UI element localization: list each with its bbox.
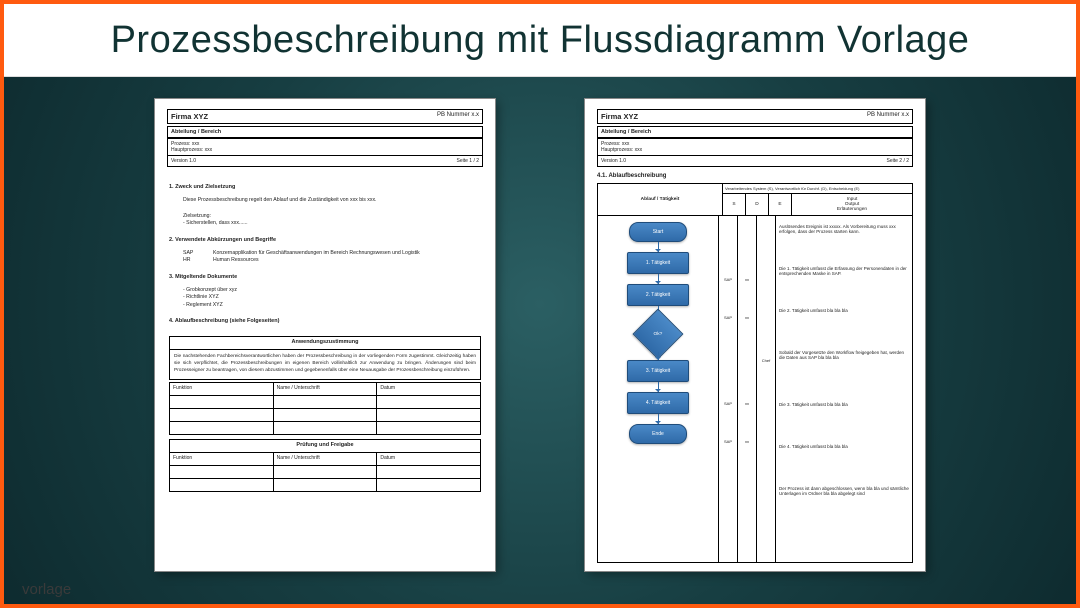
approval-title: Anwendungszustimmung <box>170 337 480 350</box>
d3: - Reglement XYZ <box>169 302 481 310</box>
flow-task-4: 4. Tätigkeit <box>627 392 689 414</box>
page-2-inner: Firma XYZ PB Nummer x.x Abteilung / Bere… <box>585 99 925 571</box>
company-name: Firma XYZ <box>171 112 208 121</box>
t1a: Zielsetzung: <box>169 213 481 221</box>
slide-frame: Prozessbeschreibung mit Flussdiagramm Vo… <box>0 0 1080 608</box>
flow-task-1: 1. Tätigkeit <box>627 252 689 274</box>
process-row-2: Prozess: xxx Hauptprozess: xxx <box>597 138 913 156</box>
arrow-icon <box>658 414 659 424</box>
sig-h1: Funktion <box>170 383 274 395</box>
t1b: - Sicherstellen, dass xxx...... <box>169 220 481 228</box>
arrow-icon <box>658 274 659 284</box>
flow-end: Ende <box>629 424 687 444</box>
check-table: Prüfung und Freigabe Funktion Name / Unt… <box>169 439 481 492</box>
flow-body: Start 1. Tätigkeit 2. Tätigkeit Ok? 3. T… <box>598 216 912 562</box>
sig-h2: Name / Unterschrift <box>274 383 378 395</box>
col-io-body: Auslösendes Ereignis ist xxxxx. Als Vorb… <box>776 216 912 562</box>
approval-text: Die nachstehenden Fachbereichsverantwort… <box>170 350 480 379</box>
page1-body: 1. Zweck und Zielsetzung Diese Prozessbe… <box>167 167 483 563</box>
signature-table: Funktion Name / Unterschrift Datum <box>169 382 481 435</box>
col-activity: Ablauf / Tätigkeit <box>598 184 723 215</box>
io-r2: Die 2. Tätigkeit umfasst bla bla bla <box>776 306 912 348</box>
page-1: Firma XYZ PB Nummer x.x Abteilung / Bere… <box>155 99 495 571</box>
flow-column: Start 1. Tätigkeit 2. Tätigkeit Ok? 3. T… <box>598 216 719 562</box>
dept-row-2: Abteilung / Bereich <box>597 126 913 138</box>
arrow-icon <box>658 242 659 252</box>
io-r5: Die 4. Tätigkeit umfasst bla bla bla <box>776 442 912 484</box>
col-e-body: Chef <box>757 216 776 562</box>
flow-table: Ablauf / Tätigkeit Verarbeitendes System… <box>597 183 913 563</box>
col-d-body: xx xx xx xx <box>738 216 757 562</box>
arrow-icon <box>658 382 659 392</box>
check-title: Prüfung und Freigabe <box>170 440 480 453</box>
dept-row: Abteilung / Bereich <box>167 126 483 138</box>
arrow-icon <box>658 352 659 360</box>
version: Version 1.0 <box>171 158 196 164</box>
approval-box: Anwendungszustimmung Die nachstehenden F… <box>169 336 481 380</box>
legend: Verarbeitendes System (S), Verantwortlic… <box>723 184 912 194</box>
h4: 4. Ablaufbeschreibung (siehe Folgeseiten… <box>169 318 481 326</box>
io-r0: Auslösendes Ereignis ist xxxxx. Als Vorb… <box>776 222 912 264</box>
watermark-label: vorlage <box>22 581 71 598</box>
doc-header-2: Firma XYZ PB Nummer x.x <box>597 109 913 124</box>
h2: 2. Verwendete Abkürzungen und Begriffe <box>169 237 481 245</box>
page-1-inner: Firma XYZ PB Nummer x.x Abteilung / Bere… <box>155 99 495 571</box>
pb-number: PB Nummer x.x <box>437 112 479 121</box>
flow-task-2: 2. Tätigkeit <box>627 284 689 306</box>
io-r3: Sobald der Vorgesetzte den Workflow frei… <box>776 348 912 400</box>
col-s: S <box>723 194 746 215</box>
d1: - Grobkonzept über xyz <box>169 287 481 295</box>
flow-header: Ablauf / Tätigkeit Verarbeitendes System… <box>598 184 912 216</box>
h3: 3. Mitgeltende Dokumente <box>169 274 481 282</box>
h1: 1. Zweck und Zielsetzung <box>169 184 481 192</box>
flow-start: Start <box>629 222 687 242</box>
io-r4: Die 3. Tätigkeit umfasst bla bla bla <box>776 400 912 442</box>
process-row: Prozess: xxx Hauptprozess: xxx <box>167 138 483 156</box>
company-name-2: Firma XYZ <box>601 112 638 121</box>
col-io: Input Output Erläuterungen <box>792 194 912 215</box>
abbr-hr: HR Human Ressources <box>169 257 481 265</box>
p2-heading: 4.1. Ablaufbeschreibung <box>597 167 913 183</box>
version-row: Version 1.0 Seite 1 / 2 <box>167 156 483 167</box>
col-d: D <box>746 194 769 215</box>
page-number: Seite 1 / 2 <box>456 158 479 164</box>
t1: Diese Prozessbeschreibung regelt den Abl… <box>169 197 481 205</box>
col-e: E <box>769 194 792 215</box>
d2: - Richtlinie XYZ <box>169 294 481 302</box>
version-row-2: Version 1.0 Seite 2 / 2 <box>597 156 913 167</box>
io-r1: Die 1. Tätigkeit umfasst die Erfassung d… <box>776 264 912 306</box>
col-s-body: SAP SAP SAP SAP <box>719 216 738 562</box>
pages-row: Firma XYZ PB Nummer x.x Abteilung / Bere… <box>4 77 1076 571</box>
main-process-name: Hauptprozess: xxx <box>171 147 479 153</box>
sig-h3: Datum <box>377 383 480 395</box>
slide-title: Prozessbeschreibung mit Flussdiagramm Vo… <box>4 4 1076 77</box>
abbr-sap: SAP Konzernapplikation für Geschäftsanwe… <box>169 250 481 258</box>
flow-task-3: 3. Tätigkeit <box>627 360 689 382</box>
io-r6: Der Prozess ist dann abgeschlossen, wenn… <box>776 484 912 538</box>
page-2: Firma XYZ PB Nummer x.x Abteilung / Bere… <box>585 99 925 571</box>
pb-number-2: PB Nummer x.x <box>867 112 909 121</box>
doc-header: Firma XYZ PB Nummer x.x <box>167 109 483 124</box>
